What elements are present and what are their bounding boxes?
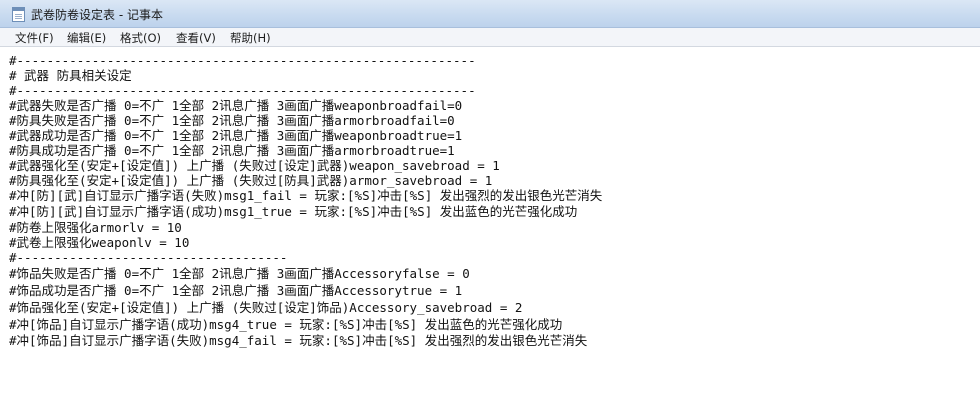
menu-file[interactable]: 文件(F) [15,30,54,46]
text-editor[interactable]: #---------------------------------------… [0,47,980,404]
text-line: #饰品强化至(安定+[设定值]) 上广播 (失败过[设定]饰品)Accessor… [9,300,523,315]
text-line: #防具强化至(安定+[设定值]) 上广播 (失败过[防具]武器)armor_sa… [9,173,493,188]
text-line: #防具失败是否广播 0=不广 1全部 2讯息广播 3画面广播armorbroad… [9,113,455,128]
notepad-icon [12,7,25,22]
text-line: #------------------------------------ [9,250,288,265]
menu-format[interactable]: 格式(O) [120,30,161,46]
text-line: #冲[防][武]自订显示广播字语(成功)msg1_true = 玩家:[%S]冲… [9,204,578,219]
text-line: #---------------------------------------… [9,53,476,68]
text-line: #武卷上限强化weaponlv = 10 [9,235,190,250]
text-line: #武器失败是否广播 0=不广 1全部 2讯息广播 3画面广播weaponbroa… [9,98,463,113]
text-line: #防具成功是否广播 0=不广 1全部 2讯息广播 3画面广播armorbroad… [9,143,455,158]
text-line: #饰品失败是否广播 0=不广 1全部 2讯息广播 3画面广播Accessoryf… [9,266,470,281]
text-line: # 武器 防具相关设定 [9,68,132,83]
text-line: #冲[饰品]自订显示广播字语(成功)msg4_true = 玩家:[%S]冲击[… [9,317,563,332]
menu-bar: 文件(F) 编辑(E) 格式(O) 查看(V) 帮助(H) [0,28,980,47]
text-line: #---------------------------------------… [9,83,476,98]
text-line: #冲[防][武]自订显示广播字语(失败)msg1_fail = 玩家:[%S]冲… [9,188,603,203]
menu-view[interactable]: 查看(V) [176,30,216,46]
text-line: #武器强化至(安定+[设定值]) 上广播 (失败过[设定]武器)weapon_s… [9,158,500,173]
window-title: 武卷防卷设定表 - 记事本 [31,8,163,22]
text-line: #防卷上限强化armorlv = 10 [9,220,182,235]
title-bar[interactable]: 武卷防卷设定表 - 记事本 [0,0,980,28]
text-line: #武器成功是否广播 0=不广 1全部 2讯息广播 3画面广播weaponbroa… [9,128,463,143]
menu-edit[interactable]: 编辑(E) [67,30,106,46]
text-line: #冲[饰品]自订显示广播字语(失败)msg4_fail = 玩家:[%S]冲击[… [9,333,588,348]
text-line: #饰品成功是否广播 0=不广 1全部 2讯息广播 3画面广播Accessoryt… [9,283,463,298]
menu-help[interactable]: 帮助(H) [230,30,271,46]
